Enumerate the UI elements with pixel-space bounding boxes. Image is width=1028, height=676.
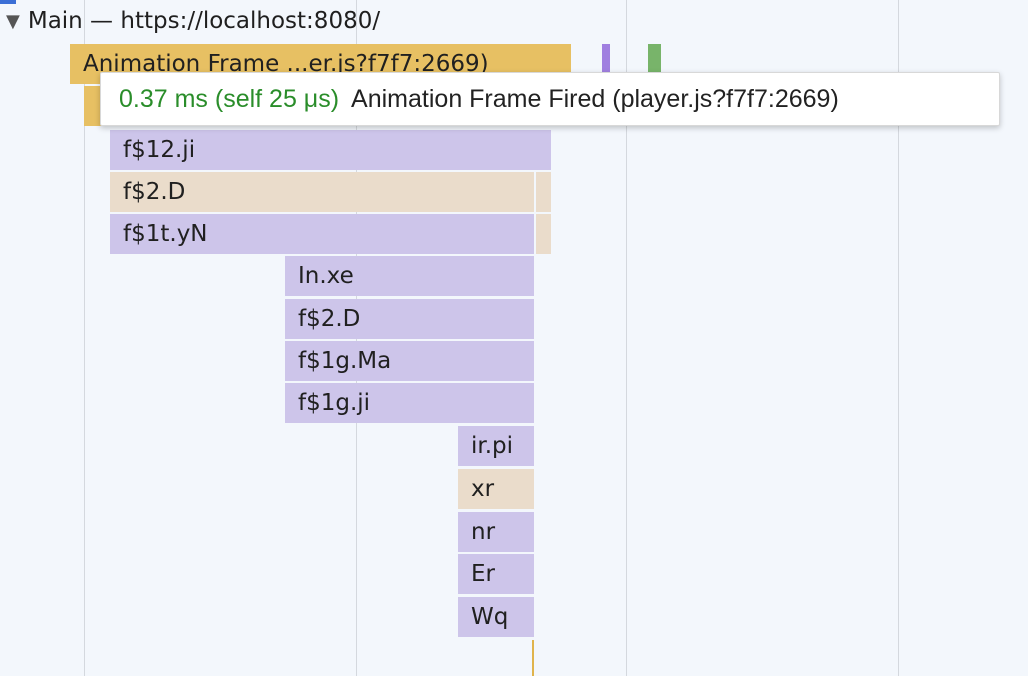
call-frame[interactable]: ir.pi [458, 426, 534, 466]
call-frame[interactable]: f$12.ji [110, 130, 551, 170]
call-frame[interactable]: xr [458, 469, 534, 509]
event-tick-purple[interactable] [602, 44, 610, 74]
event-tooltip: 0.37 ms (self 25 μs) Animation Frame Fir… [100, 72, 1000, 126]
call-frame[interactable]: f$2.D [110, 172, 534, 212]
tooltip-event-name: Animation Frame Fired (player.js?f7f7:26… [351, 84, 839, 113]
call-frame-sliver[interactable] [536, 214, 551, 254]
call-frame[interactable]: Wq [458, 597, 534, 637]
main-track-header[interactable]: ▼ Main — https://localhost:8080/ [6, 4, 380, 38]
call-frame[interactable]: In.xe [285, 256, 534, 296]
tooltip-duration: 0.37 ms (self 25 μs) [119, 84, 340, 113]
call-frame[interactable]: Er [458, 554, 534, 594]
event-tick-green[interactable] [648, 44, 661, 74]
call-frame[interactable]: f$2.D [285, 299, 534, 339]
call-frame[interactable]: f$1g.ji [285, 383, 534, 423]
track-title: Main — https://localhost:8080/ [27, 8, 381, 34]
call-frame[interactable]: nr [458, 512, 534, 552]
triangle-down-icon[interactable]: ▼ [6, 11, 20, 32]
call-frame-tail[interactable] [532, 640, 534, 676]
call-frame-sliver[interactable] [536, 172, 551, 212]
call-frame[interactable]: f$1g.Ma [285, 341, 534, 381]
call-frame[interactable]: f$1t.yN [110, 214, 534, 254]
